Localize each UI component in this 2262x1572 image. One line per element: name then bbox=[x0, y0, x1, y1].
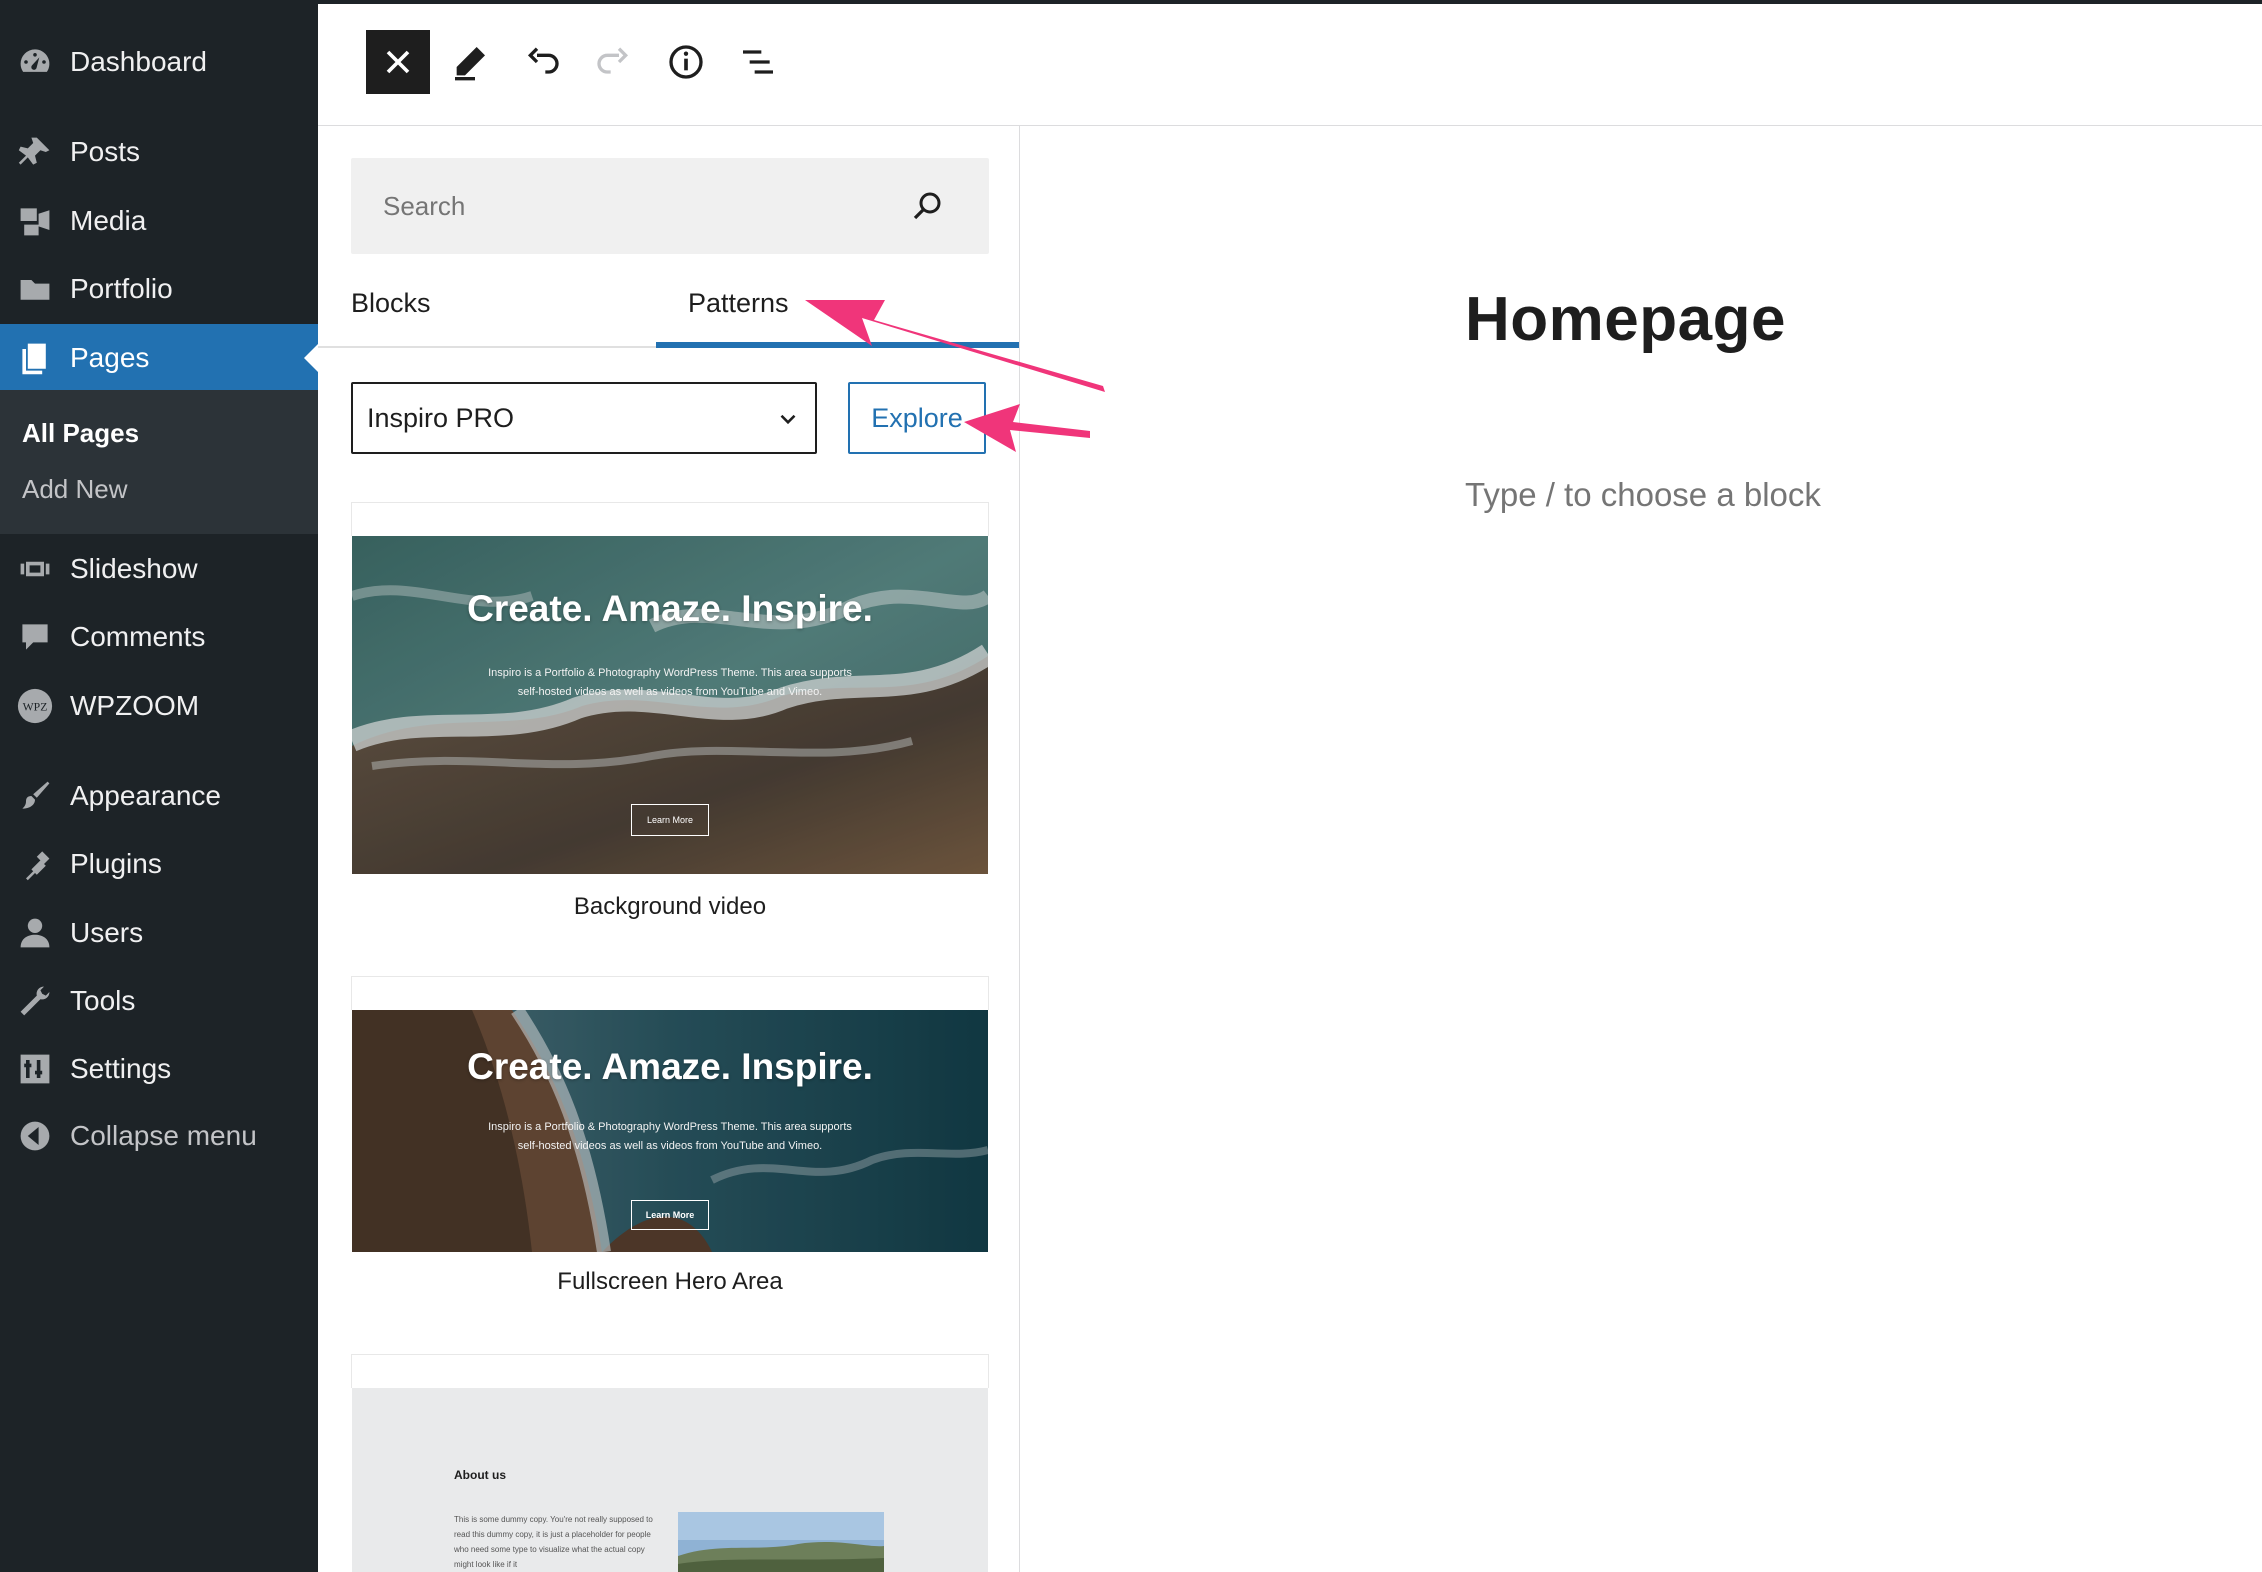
inserter-tabs: Blocks Patterns bbox=[318, 284, 1019, 348]
pin-icon bbox=[0, 134, 70, 170]
sidebar-item-label: Users bbox=[70, 917, 144, 948]
block-appender-placeholder[interactable]: Type / to choose a block bbox=[1465, 476, 1821, 514]
chevron-down-icon bbox=[780, 414, 796, 425]
folder-icon bbox=[0, 271, 70, 307]
sidebar-item-users[interactable]: Users bbox=[0, 900, 318, 966]
about-body-text: This is some dummy copy. You're not real… bbox=[454, 1515, 653, 1569]
submenu-add-new[interactable]: Add New bbox=[22, 474, 128, 505]
sidebar-item-media[interactable]: Media bbox=[0, 188, 318, 254]
pages-submenu: All Pages Add New bbox=[0, 390, 318, 534]
block-inserter-panel: Blocks Patterns Inspiro PRO Explore bbox=[318, 126, 1020, 1572]
close-icon bbox=[386, 50, 410, 74]
hero-subtext-line: Inspiro is a Portfolio & Photography Wor… bbox=[488, 667, 852, 679]
pattern-frame bbox=[351, 1354, 989, 1388]
pattern-preview: Create. Amaze. Inspire. Inspiro is a Por… bbox=[352, 536, 988, 874]
tab-patterns[interactable]: Patterns bbox=[656, 284, 1019, 348]
redo-button[interactable] bbox=[582, 30, 646, 94]
pages-icon bbox=[0, 340, 70, 376]
pattern-item-about-us[interactable]: About us This is some dummy copy. You're… bbox=[351, 1354, 989, 1572]
pattern-item-fullscreen-hero[interactable]: Create. Amaze. Inspire. Inspiro is a Por… bbox=[351, 976, 989, 1295]
pattern-title: Fullscreen Hero Area bbox=[557, 1268, 783, 1295]
sidebar-item-tools[interactable]: Tools bbox=[0, 968, 318, 1034]
hero-headline: Create. Amaze. Inspire. bbox=[467, 1046, 873, 1087]
landscape-image bbox=[678, 1512, 884, 1572]
sidebar-item-appearance[interactable]: Appearance bbox=[0, 763, 318, 829]
admin-sidebar: Dashboard Posts Media Portfolio Pages Al… bbox=[0, 0, 318, 1572]
current-indicator bbox=[304, 344, 318, 372]
pattern-title: Background video bbox=[573, 893, 767, 920]
sidebar-item-label: Comments bbox=[70, 621, 206, 652]
tab-blocks[interactable]: Blocks bbox=[351, 284, 431, 348]
hero-subtext-line: self-hosted videos as well as videos fro… bbox=[517, 686, 823, 698]
dashboard-icon bbox=[0, 44, 70, 80]
sidebar-item-label: Posts bbox=[70, 136, 141, 167]
sidebar-item-label: Dashboard bbox=[70, 46, 207, 77]
sidebar-item-dashboard[interactable]: Dashboard bbox=[0, 29, 318, 95]
pattern-preview: About us This is some dummy copy. You're… bbox=[352, 1388, 988, 1572]
sidebar-item-label: WPZOOM bbox=[70, 690, 200, 721]
sidebar-item-pages[interactable]: Pages bbox=[0, 324, 318, 392]
page-title[interactable]: Homepage bbox=[1465, 284, 1786, 355]
collapse-icon bbox=[0, 1118, 70, 1154]
sidebar-item-label: Portfolio bbox=[70, 273, 173, 304]
details-button[interactable] bbox=[654, 30, 718, 94]
sidebar-item-slideshow[interactable]: Slideshow bbox=[0, 536, 318, 602]
pattern-frame bbox=[351, 502, 989, 536]
sidebar-item-comments[interactable]: Comments bbox=[0, 604, 318, 670]
media-icon bbox=[0, 203, 70, 239]
hero-learn-more-button: Learn More bbox=[631, 1200, 709, 1230]
collapse-menu-label: Collapse menu bbox=[70, 1120, 257, 1151]
sidebar-item-label: Settings bbox=[70, 1053, 172, 1084]
sidebar-item-settings[interactable]: Settings bbox=[0, 1036, 318, 1102]
sidebar-item-label: Appearance bbox=[70, 780, 222, 811]
comment-icon bbox=[0, 619, 70, 655]
sidebar-item-label: Media bbox=[70, 205, 147, 236]
pattern-category-select[interactable]: Inspiro PRO bbox=[351, 382, 817, 454]
wpzoom-badge-text: WPZ bbox=[23, 701, 48, 714]
sidebar-item-wpzoom[interactable]: WPZ WPZOOM bbox=[0, 673, 318, 739]
active-tab-indicator bbox=[656, 342, 1019, 348]
settings-icon bbox=[0, 1051, 70, 1087]
wrench-icon bbox=[0, 983, 70, 1019]
hero-headline: Create. Amaze. Inspire. bbox=[467, 588, 873, 629]
user-icon bbox=[0, 915, 70, 951]
search-icon[interactable] bbox=[909, 188, 945, 224]
pattern-frame bbox=[351, 976, 989, 1010]
redo-icon bbox=[597, 47, 629, 74]
list-view-button[interactable] bbox=[726, 30, 790, 94]
pencil-icon bbox=[455, 47, 485, 81]
collapse-menu-button[interactable]: Collapse menu bbox=[0, 1103, 318, 1169]
wpzoom-icon: WPZ bbox=[0, 688, 70, 724]
hero-learn-more-button: Learn More bbox=[631, 804, 709, 836]
plugin-icon bbox=[0, 846, 70, 882]
search-box bbox=[351, 158, 989, 254]
sidebar-item-label: Slideshow bbox=[70, 553, 198, 584]
sidebar-item-label: Tools bbox=[70, 985, 136, 1016]
explore-button[interactable]: Explore bbox=[848, 382, 986, 454]
search-input[interactable] bbox=[351, 158, 911, 254]
close-inserter-button[interactable] bbox=[366, 30, 430, 94]
about-heading: About us bbox=[454, 1468, 506, 1482]
sidebar-item-posts[interactable]: Posts bbox=[0, 119, 318, 185]
pattern-preview: Create. Amaze. Inspire. Inspiro is a Por… bbox=[352, 1010, 988, 1252]
hero-subtext-line: Inspiro is a Portfolio & Photography Wor… bbox=[488, 1121, 852, 1133]
pattern-item-background-video[interactable]: Create. Amaze. Inspire. Inspiro is a Por… bbox=[351, 502, 989, 920]
slideshow-icon bbox=[0, 551, 70, 587]
tools-button[interactable] bbox=[438, 30, 502, 94]
sidebar-item-label: Plugins bbox=[70, 848, 162, 879]
info-icon bbox=[669, 45, 703, 79]
undo-button[interactable] bbox=[510, 30, 574, 94]
sidebar-item-plugins[interactable]: Plugins bbox=[0, 831, 318, 897]
submenu-all-pages[interactable]: All Pages bbox=[22, 418, 139, 449]
sidebar-item-portfolio[interactable]: Portfolio bbox=[0, 256, 318, 322]
sidebar-item-label: Pages bbox=[70, 342, 150, 373]
pattern-category-value: Inspiro PRO bbox=[367, 402, 515, 433]
list-view-icon bbox=[743, 50, 773, 74]
hero-subtext-line: self-hosted videos as well as videos fro… bbox=[517, 1140, 823, 1152]
editor-canvas: Homepage Type / to choose a block bbox=[1020, 126, 2262, 1572]
editor-toolbar bbox=[318, 4, 2262, 126]
brush-icon bbox=[0, 778, 70, 814]
undo-icon bbox=[527, 47, 559, 74]
